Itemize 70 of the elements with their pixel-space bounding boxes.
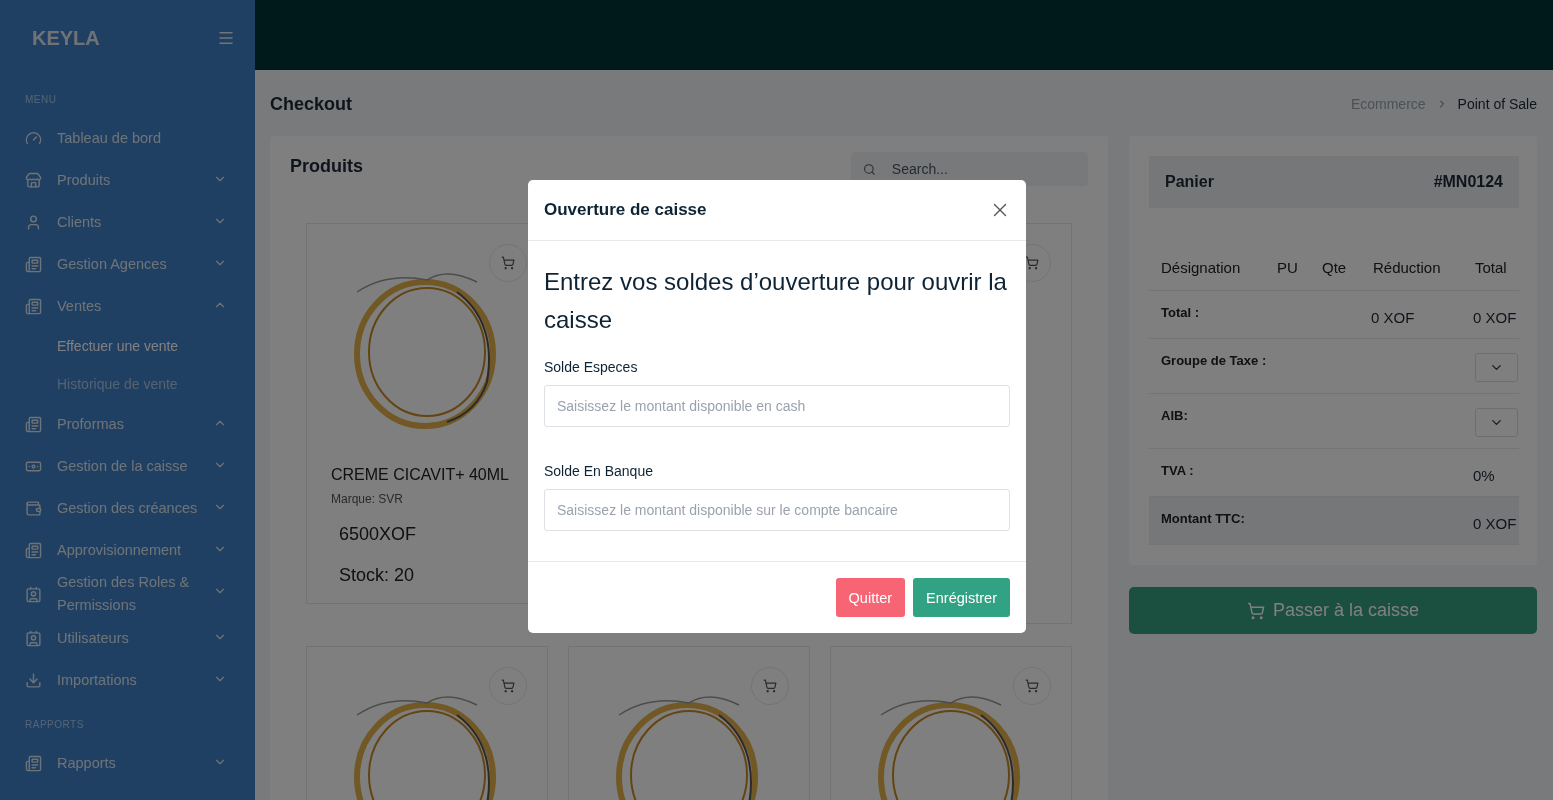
panel-title: Produits [290, 156, 363, 177]
breadcrumb-link[interactable]: Point of Sale [1457, 96, 1537, 112]
cart-icon [763, 679, 777, 693]
column-header: Total [1475, 258, 1508, 276]
table-cell-text: 0 XOF [1371, 308, 1416, 326]
cart-title: Panier [1165, 173, 1214, 191]
product-brand: Marque: SVR [331, 492, 405, 506]
sidebar-item[interactable]: Approvisionnement [0, 529, 255, 571]
sidebar-item[interactable]: Gestion de la caisse [0, 445, 255, 487]
search-input[interactable]: Search... [889, 160, 1076, 178]
table-cell-text: 0 XOF [1473, 514, 1518, 532]
row-label: Montant TTC: [1161, 511, 1246, 526]
product-name: CREME CICAVIT+ 40ML [331, 466, 510, 484]
input-field[interactable]: Saisissez le montant disponible sur le compte bancaire [544, 489, 1010, 531]
cart-icon [501, 679, 515, 693]
sidebar-item[interactable]: Clients [0, 201, 255, 243]
sidebar-item[interactable]: Gestion des créances [0, 487, 255, 529]
menu-item-icon [25, 541, 42, 559]
brand-logo: KEYLA [32, 26, 100, 50]
row-label: AIB: [1161, 408, 1189, 423]
sidebar-item[interactable]: Produits [0, 159, 255, 201]
column-header: Réduction [1373, 258, 1442, 276]
input-field[interactable]: Saisissez le montant disponible en cash [544, 385, 1010, 427]
sidebar-item[interactable]: Utilisateurs [0, 617, 255, 659]
product-stock: Stock: 20 [339, 565, 416, 586]
row-label: Groupe de Taxe : [1161, 353, 1268, 368]
sidebar-item[interactable]: Gestion des Roles & Permissions [0, 571, 255, 617]
menu-item-icon [25, 585, 42, 603]
search-icon [863, 161, 876, 177]
menu-item-icon [25, 499, 42, 517]
sidebar-item[interactable]: Proformas [0, 403, 255, 445]
dialog-heading: Entrez vos soldes d’ouverture pour ouvrir la caisse [544, 267, 1008, 335]
menu-item-icon [25, 415, 42, 433]
table-cell-text: 0 XOF [1473, 308, 1518, 326]
cart-icon [1025, 256, 1039, 270]
column-header: Désignation [1161, 258, 1242, 276]
cart-code: #MN0124 [1433, 173, 1503, 191]
sidebar-subitem[interactable]: Effectuer une vente [0, 327, 255, 365]
column-header: PU [1277, 258, 1299, 276]
field-label: Solde Especes [544, 359, 639, 375]
menu-item-icon [25, 671, 42, 689]
menu-item-icon [25, 171, 42, 189]
column-header: Qte [1322, 258, 1348, 276]
menu-icon[interactable] [217, 29, 235, 47]
cart-icon [1025, 679, 1039, 693]
sidebar-item[interactable]: Tableau de bord [0, 117, 255, 159]
checkout-button[interactable]: Passer à la caisse [1129, 587, 1537, 634]
page-title: Checkout [270, 93, 352, 115]
select-field[interactable] [1475, 408, 1518, 437]
menu-item-icon [25, 754, 42, 772]
menu-item-icon [25, 629, 42, 647]
field-label: Solde En Banque [544, 463, 654, 479]
row-label: TVA : [1161, 463, 1195, 478]
cart-icon [501, 256, 515, 270]
cart-icon [1246, 601, 1265, 620]
menu-item-icon [25, 213, 42, 231]
menu-item-icon [25, 297, 42, 315]
dialog-title: Ouverture de caisse [544, 200, 707, 220]
sidebar-item[interactable]: Rapports [0, 742, 255, 784]
sidebar-item[interactable]: Importations [0, 659, 255, 701]
save-button[interactable]: Enrégistrer [913, 578, 1010, 617]
sidebar-item[interactable]: Gestion Agences [0, 243, 255, 285]
product-price: 6500XOF [339, 524, 418, 545]
menu-item-icon [25, 255, 42, 273]
table-cell-text: 0% [1473, 466, 1496, 484]
row-label: Total : [1161, 305, 1201, 320]
select-field[interactable] [1475, 353, 1518, 382]
sidebar-item[interactable]: Ventes [0, 285, 255, 327]
quit-button[interactable]: Quitter [835, 578, 906, 617]
menu-item-icon [25, 129, 42, 147]
